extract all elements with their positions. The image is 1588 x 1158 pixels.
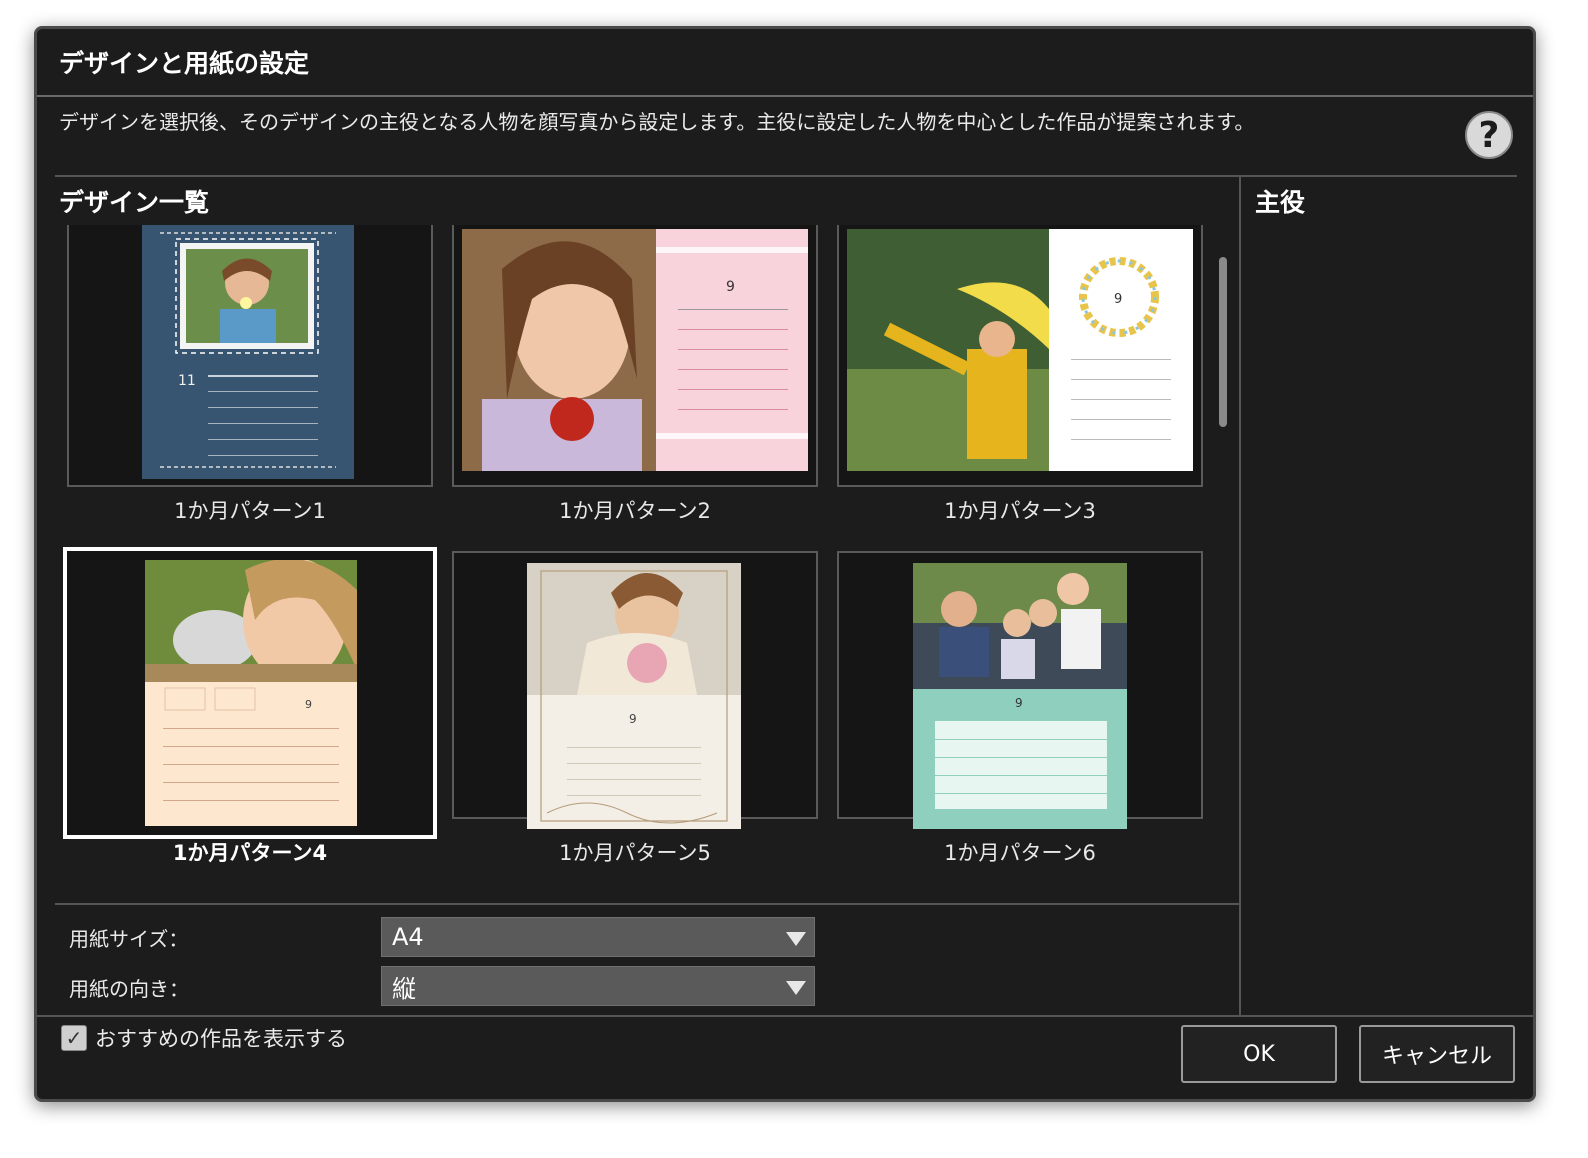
design-list-scrollbar[interactable] [1219, 257, 1227, 427]
help-icon[interactable]: ? [1465, 111, 1513, 159]
paper-orientation-select[interactable]: 縦 [381, 966, 815, 1006]
design-thumbnail: 9 [462, 229, 808, 471]
design-card-label: 1か月パターン4 [172, 841, 328, 865]
paper-orientation-value: 縦 [392, 974, 416, 1003]
design-thumbnail: 11 [142, 225, 354, 479]
design-card-5[interactable]: 9 [452, 551, 818, 829]
calendar-month-number: 11 [178, 373, 196, 389]
design-grid: 11 1か月パターン1 9 1か月パターン2 9 1か月パターン3 9 1か月パ… [59, 225, 1229, 895]
paper-size-value: A4 [392, 923, 424, 951]
design-thumbnail: 9 [847, 229, 1193, 471]
vertical-divider [1239, 177, 1241, 1015]
calendar-month-number: 9 [629, 712, 637, 726]
calendar-month-number: 9 [1015, 696, 1023, 710]
dropdown-arrow-icon [786, 981, 806, 995]
dialog-description: デザインを選択後、そのデザインの主役となる人物を顔写真から設定します。主役に設定… [59, 110, 1255, 134]
calendar-month-number: 9 [1114, 292, 1122, 307]
divider [37, 1015, 1533, 1017]
cancel-button[interactable]: キャンセル [1359, 1025, 1515, 1083]
design-paper-settings-dialog: デザインと用紙の設定 デザインを選択後、そのデザインの主役となる人物を顔写真から… [34, 26, 1536, 1102]
dropdown-arrow-icon [786, 932, 806, 946]
paper-size-select[interactable]: A4 [381, 917, 815, 957]
paper-size-label: 用紙サイズ： [69, 927, 189, 951]
calendar-month-number: 9 [726, 279, 735, 295]
design-card-2[interactable]: 9 [452, 225, 818, 487]
design-card-3[interactable]: 9 [837, 225, 1203, 487]
design-card-label: 1か月パターン1 [174, 499, 326, 523]
design-thumbnail: 9 [145, 560, 357, 826]
design-thumbnail: 9 [913, 563, 1127, 829]
divider [55, 175, 1517, 177]
dialog-title: デザインと用紙の設定 [37, 29, 1533, 97]
design-list-heading: デザイン一覧 [59, 188, 210, 217]
calendar-month-number: 9 [305, 698, 312, 711]
design-card-label: 1か月パターン6 [944, 841, 1096, 865]
design-card-6[interactable]: 9 [837, 551, 1203, 829]
recommend-checkbox-label[interactable]: おすすめの作品を表示する [95, 1023, 347, 1053]
design-thumbnail: 9 [527, 563, 741, 829]
design-card-4[interactable]: 9 [63, 547, 437, 839]
divider [55, 903, 1239, 905]
paper-orientation-label: 用紙の向き： [69, 977, 189, 1001]
design-card-1[interactable]: 11 [67, 225, 433, 487]
recommend-checkbox[interactable]: ✓ [61, 1025, 87, 1051]
design-card-label: 1か月パターン5 [559, 841, 711, 865]
design-card-label: 1か月パターン3 [944, 499, 1096, 523]
main-character-heading: 主役 [1255, 188, 1306, 217]
design-card-label: 1か月パターン2 [559, 499, 711, 523]
ok-button[interactable]: OK [1181, 1025, 1337, 1083]
